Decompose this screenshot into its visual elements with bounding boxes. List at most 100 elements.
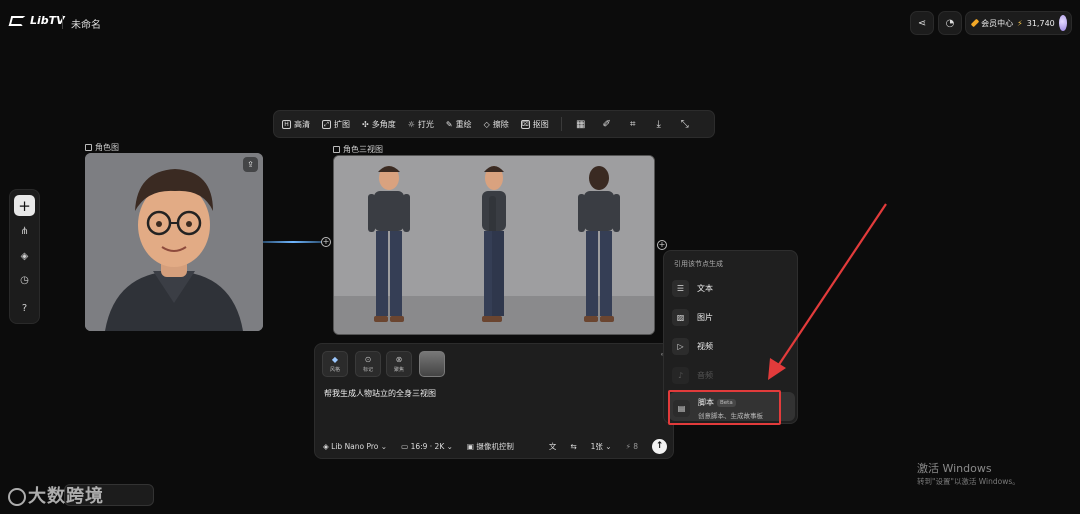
node-title: 角色图 (95, 143, 119, 152)
settings-icon[interactable]: ⇆ (570, 442, 576, 451)
menu-item-text[interactable]: ☰ 文本 (672, 280, 713, 297)
cutout-icon: ⌧ (520, 119, 530, 129)
toolbar-cutout[interactable]: ⌧ 抠图 (520, 119, 549, 130)
cube-icon: ◆ (331, 355, 339, 364)
clock-icon: ◷ (20, 275, 29, 286)
arrow-up-icon: ↑ (655, 441, 664, 451)
member-label: 会员中心 (981, 18, 1014, 28)
style-chip[interactable]: ◆ 风格 (322, 351, 348, 377)
ratio-select[interactable]: ▭ 16:9 · 2K ⌄ (401, 442, 453, 451)
menu-item-video[interactable]: ▷ 视频 (672, 338, 713, 355)
app-logo[interactable]: LibTV (8, 14, 65, 27)
grid-icon[interactable]: ▦ (574, 119, 588, 130)
help-icon: ? (21, 303, 28, 314)
expand-icon: ⤢ (322, 119, 331, 129)
menu-item-label: 图片 (697, 313, 713, 322)
logo-text: LibTV (30, 14, 65, 27)
brand-watermark: 大数跨境 (8, 482, 104, 508)
character-portrait (85, 153, 263, 331)
camera-control-button[interactable]: ▣ 摄像机控制 (467, 441, 514, 452)
bolt-icon: ⚡ (1017, 18, 1023, 28)
share-button[interactable]: ⋖ (910, 11, 934, 35)
menu-title: 引用该节点生成 (674, 260, 723, 268)
windows-activation-title: 激活 Windows (917, 462, 992, 475)
chip-label: 聚焦 (393, 367, 404, 373)
left-sidebar: + ⋔ ◈ ◷ ? (9, 189, 40, 324)
hd-icon: H (282, 119, 291, 129)
node-title: 角色三视图 (343, 145, 383, 154)
model-select[interactable]: ◈ Lib Nano Pro ⌄ (323, 442, 387, 451)
history-button[interactable]: ◷ (14, 270, 35, 291)
send-button[interactable]: ↑ (652, 438, 667, 454)
eraser-icon: ◇ (483, 119, 490, 129)
upload-icon[interactable]: ⇪ (243, 157, 258, 172)
output-port[interactable]: + (657, 240, 667, 250)
node-label-turnaround: 角色三视图 (333, 144, 383, 155)
turnaround-image (334, 156, 654, 334)
toolbar-expand[interactable]: ⤢ 扩图 (322, 119, 350, 130)
prompt-options-bar: ◈ Lib Nano Pro ⌄ ▭ 16:9 · 2K ⌄ ▣ 摄像机控制 文… (323, 438, 667, 454)
image-icon (85, 144, 92, 151)
download-icon[interactable]: ⤓ (652, 119, 666, 130)
notification-button[interactable]: ◔ (938, 11, 962, 35)
focus-icon: ⊗ (395, 355, 403, 364)
toolbar-repaint[interactable]: ✎ 重绘 (446, 119, 472, 130)
text-icon: ☰ (672, 280, 689, 297)
focus-chip[interactable]: ⊗ 聚焦 (386, 351, 412, 377)
annotation-arrow (768, 203, 887, 380)
help-button[interactable]: ? (14, 298, 35, 319)
mark-icon: ⊙ (364, 355, 372, 364)
chip-label: 标记 (362, 367, 373, 373)
menu-item-audio: ♪ 音频 (672, 367, 713, 384)
turnaround-image-node[interactable] (333, 155, 655, 335)
assets-button[interactable]: ◈ (14, 246, 35, 267)
shapes-icon: ◈ (20, 251, 29, 262)
input-port[interactable]: + (321, 237, 331, 247)
ratio-label: 16:9 · 2K (410, 441, 445, 451)
workflow-button[interactable]: ⋔ (14, 221, 35, 242)
mark-chip[interactable]: ⊙ 标记 (355, 351, 381, 377)
brush-icon[interactable]: ✐ (600, 119, 614, 130)
avatar[interactable] (1058, 15, 1067, 31)
toolbar-label: 重绘 (455, 119, 472, 129)
prompt-input[interactable]: 帮我生成人物站立的全身三视图 (324, 388, 436, 399)
menu-item-label: 文本 (697, 284, 713, 293)
character-image-node[interactable]: ⇪ (85, 153, 263, 331)
brand-logo-icon (8, 488, 26, 506)
nodes-icon: ⋔ (20, 226, 29, 237)
model-label: Lib Nano Pro (331, 441, 379, 451)
toolbar-label: 擦除 (492, 119, 509, 129)
audio-icon: ♪ (672, 367, 689, 384)
lighting-icon: ☼ (407, 119, 415, 129)
toolbar-label: 扩图 (334, 119, 350, 129)
reference-image-thumbnail[interactable] (419, 351, 445, 377)
image-icon: ▨ (672, 309, 689, 326)
chip-label: 风格 (329, 367, 340, 373)
multi-angle-icon: ✣ (362, 119, 369, 129)
toolbar-label: 多角度 (371, 119, 396, 129)
logo-icon (8, 15, 26, 26)
translate-icon[interactable]: 文 (549, 441, 557, 452)
highlight-box (668, 390, 781, 425)
fullscreen-icon[interactable]: ⤡ (678, 119, 692, 130)
node-label-character: 角色图 (85, 142, 119, 153)
menu-item-image[interactable]: ▨ 图片 (672, 309, 713, 326)
toolbar-label: 抠图 (532, 119, 549, 129)
divider (62, 15, 63, 29)
toolbar-hd[interactable]: H 高清 (282, 119, 310, 130)
add-node-button[interactable]: + (14, 195, 35, 216)
document-title[interactable]: 未命名 (71, 16, 101, 31)
crop-icon[interactable]: ⌗ (626, 119, 640, 130)
count-select[interactable]: 1张 ⌄ (591, 441, 612, 452)
count-label: 1张 (590, 441, 603, 451)
toolbar-lighting[interactable]: ☼ 打光 (408, 119, 434, 130)
toolbar-eraser[interactable]: ◇ 擦除 (484, 119, 509, 130)
member-center-button[interactable]: 会员中心 ⚡ 31,740 (965, 11, 1072, 35)
toolbar-divider (560, 117, 562, 131)
menu-item-label: 视频 (697, 342, 713, 351)
image-toolbar: H 高清 ⤢ 扩图 ✣ 多角度 ☼ 打光 ✎ 重绘 ◇ 擦除 ⌧ 抠图 ▦ ✐ ⌗ ⤓ ⤡ (273, 110, 715, 138)
prompt-panel: ◆ 风格 ⊙ 标记 ⊗ 聚焦 ⤡ 帮我生成人物站立的全身三视图 ◈ Lib Na… (314, 343, 674, 459)
toolbar-multi-angle[interactable]: ✣ 多角度 (362, 119, 396, 130)
windows-activation-subtitle: 转到"设置"以激活 Windows。 (917, 477, 1020, 486)
cost-label: 8 (633, 441, 638, 451)
